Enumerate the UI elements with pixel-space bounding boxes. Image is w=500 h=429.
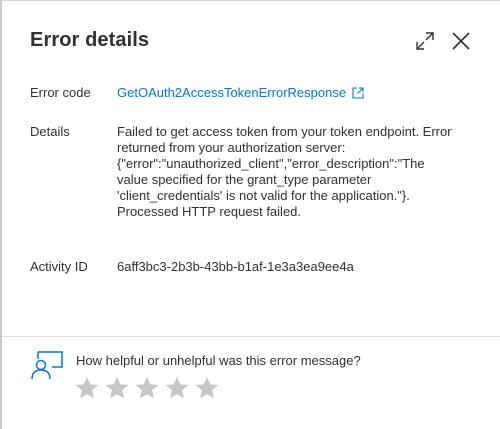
panel-top-border <box>0 0 500 1</box>
star-4-icon[interactable] <box>164 375 190 401</box>
feedback-person-icon <box>30 350 64 385</box>
panel-left-border <box>0 0 2 429</box>
details-label: Details <box>30 124 70 139</box>
expand-icon[interactable] <box>414 30 436 52</box>
star-2-icon[interactable] <box>104 375 130 401</box>
details-value: Failed to get access token from your tok… <box>117 124 457 220</box>
star-3-icon[interactable] <box>134 375 160 401</box>
feedback-question: How helpful or unhelpful was this error … <box>76 353 361 368</box>
star-5-icon[interactable] <box>194 375 220 401</box>
error-details-panel: Error details Error code GetOAuth2Access… <box>0 0 500 429</box>
details-line: returned from your authorization server: <box>117 140 346 155</box>
feedback-divider <box>2 336 500 337</box>
details-line: value specified for the grant_type param… <box>117 172 372 187</box>
panel-title: Error details <box>30 29 150 51</box>
open-external-icon[interactable] <box>352 87 364 103</box>
error-code-label: Error code <box>30 85 91 100</box>
details-line: 'client_credentials' is not valid for th… <box>117 188 410 203</box>
details-line: Processed HTTP request failed. <box>117 204 302 219</box>
star-1-icon[interactable] <box>74 375 100 401</box>
error-code-link[interactable]: GetOAuth2AccessTokenErrorResponse <box>117 85 346 100</box>
details-line: {"error":"unauthorized_client","error_de… <box>117 156 425 171</box>
activity-id-value: 6aff3bc3-2b3b-43bb-b1af-1e3a3ea9ee4a <box>117 259 354 274</box>
close-icon[interactable] <box>450 30 472 52</box>
star-rating <box>74 375 220 401</box>
activity-id-label: Activity ID <box>30 259 88 274</box>
details-line: Failed to get access token from your tok… <box>117 124 452 139</box>
header-actions <box>414 30 472 52</box>
error-code-value: GetOAuth2AccessTokenErrorResponse <box>117 85 364 103</box>
